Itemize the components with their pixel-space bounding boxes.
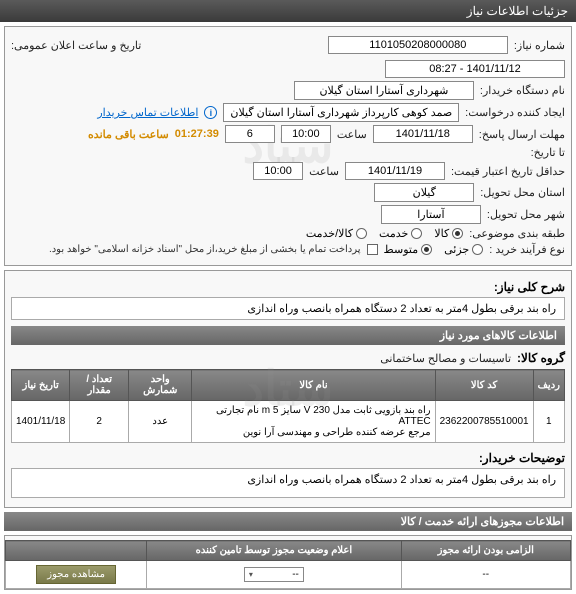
buyer-note-value: راه بند برقی بطول 4متر به تعداد 2 دستگاه… [11, 468, 565, 498]
need-no-label: شماره نیاز: [514, 39, 565, 52]
cell-name: راه بند بازویی ثابت مدل 230 V سایز 5 m ن… [192, 401, 435, 443]
table-header-row: ردیف کد کالا نام کالا واحد شمارش تعداد /… [12, 370, 565, 401]
requester-value: صمد کوهی کارپرداز شهرداری آستارا استان گ… [223, 103, 459, 122]
group-value: تاسیسات و مصالح ساختمانی [380, 352, 511, 365]
validity-label: حداقل تاریخ اعتبار قیمت: [451, 165, 565, 178]
radio-dot-icon [472, 244, 483, 255]
radio-goods[interactable]: کالا [434, 227, 463, 240]
province-value: گیلان [374, 183, 474, 202]
category-label: طبقه بندی موضوعی: [469, 227, 565, 240]
cell-date: 1401/11/18 [12, 401, 70, 443]
permit-cell-1: -- [401, 561, 571, 589]
remaining-label: ساعت باقی مانده [88, 128, 169, 141]
cell-code: 2362200785510001 [435, 401, 533, 443]
cell-idx: 1 [533, 401, 564, 443]
permit-header-row: الزامی بودن ارائه مجوز اعلام وضعیت مجوز … [6, 541, 571, 561]
cell-unit: عدد [128, 401, 192, 443]
radio-both[interactable]: کالا/خدمت [306, 227, 367, 240]
treasury-note: پرداخت تمام یا بخشی از مبلغ خرید،از محل … [49, 244, 361, 255]
th-date: تاریخ نیاز [12, 370, 70, 401]
buyer-label: نام دستگاه خریدار: [480, 84, 565, 97]
permit-th-3 [6, 541, 147, 561]
saat-label-2: ساعت [309, 165, 339, 178]
radio-dot-icon [411, 228, 422, 239]
description-section: ستاد شرح کلی نیاز: راه بند برقی بطول 4مت… [4, 270, 572, 508]
until-label: تا تاریخ: [531, 146, 565, 159]
desc-title-value: راه بند برقی بطول 4متر به تعداد 2 دستگاه… [11, 297, 565, 320]
th-code: کد کالا [435, 370, 533, 401]
permit-select[interactable]: -- ▾ [244, 567, 304, 582]
city-label: شهر محل تحویل: [487, 208, 565, 221]
deadline-time: 10:00 [281, 125, 331, 143]
announce-value: 1401/11/12 - 08:27 [385, 60, 565, 78]
chevron-down-icon: ▾ [249, 570, 253, 579]
info-icon: i [204, 106, 217, 119]
requester-label: ایجاد کننده درخواست: [465, 106, 565, 119]
permit-row: -- -- ▾ مشاهده مجوز [6, 561, 571, 589]
category-radios: کالا خدمت کالا/خدمت [306, 227, 463, 240]
items-header: اطلاعات کالاهای مورد نیاز [11, 326, 565, 345]
province-label: استان محل تحویل: [480, 186, 565, 199]
th-name: نام کالا [192, 370, 435, 401]
table-row: 1 2362200785510001 راه بند بازویی ثابت م… [12, 401, 565, 443]
contact-link[interactable]: اطلاعات تماس خریدار [97, 106, 198, 119]
permit-table: الزامی بودن ارائه مجوز اعلام وضعیت مجوز … [5, 540, 571, 589]
cell-qty: 2 [70, 401, 129, 443]
deadline-label: مهلت ارسال پاسخ: [479, 128, 565, 141]
validity-time: 10:00 [253, 162, 303, 180]
permit-cell-2: -- ▾ [147, 561, 401, 589]
info-section: ستاد شماره نیاز: 1101050208000080 تاریخ … [4, 26, 572, 266]
days-left: 6 [225, 125, 275, 143]
buyer-note-label: توضیحات خریدار: [479, 451, 565, 465]
radio-dot-icon [421, 244, 432, 255]
permit-th-2: اعلام وضعیت مجوز توسط تامین کننده [147, 541, 401, 561]
radio-medium[interactable]: متوسط [384, 243, 433, 256]
th-qty: تعداد / مقدار [70, 370, 129, 401]
buyer-value: شهرداری آستارا استان گیلان [294, 81, 474, 100]
page-header: جزئیات اطلاعات نیاز [0, 0, 576, 22]
th-idx: ردیف [533, 370, 564, 401]
view-permit-button[interactable]: مشاهده مجوز [36, 565, 116, 584]
purchase-type-radios: جزئی متوسط [384, 243, 484, 256]
permit-th-1: الزامی بودن ارائه مجوز [401, 541, 571, 561]
remaining-time: 01:27:39 [175, 128, 219, 140]
city-value: آستارا [381, 205, 481, 224]
permit-section: الزامی بودن ارائه مجوز اعلام وضعیت مجوز … [4, 535, 572, 590]
deadline-date: 1401/11/18 [373, 125, 473, 143]
permit-header: اطلاعات مجوزهای ارائه خدمت / کالا [4, 512, 572, 531]
announce-label: تاریخ و ساعت اعلان عمومی: [11, 39, 141, 52]
desc-title-label: شرح کلی نیاز: [494, 280, 565, 294]
treasury-checkbox[interactable] [367, 244, 378, 255]
radio-dot-icon [452, 228, 463, 239]
page-title: جزئیات اطلاعات نیاز [467, 4, 568, 18]
radio-service[interactable]: خدمت [379, 227, 422, 240]
purchase-type-label: نوع فرآیند خرید : [489, 243, 565, 256]
group-label: گروه کالا: [517, 351, 565, 365]
items-table: ردیف کد کالا نام کالا واحد شمارش تعداد /… [11, 369, 565, 443]
need-no-value: 1101050208000080 [328, 36, 508, 54]
permit-cell-3: مشاهده مجوز [6, 561, 147, 589]
saat-label-1: ساعت [337, 128, 367, 141]
validity-date: 1401/11/19 [345, 162, 445, 180]
radio-small[interactable]: جزئی [444, 243, 483, 256]
th-unit: واحد شمارش [128, 370, 192, 401]
radio-dot-icon [356, 228, 367, 239]
